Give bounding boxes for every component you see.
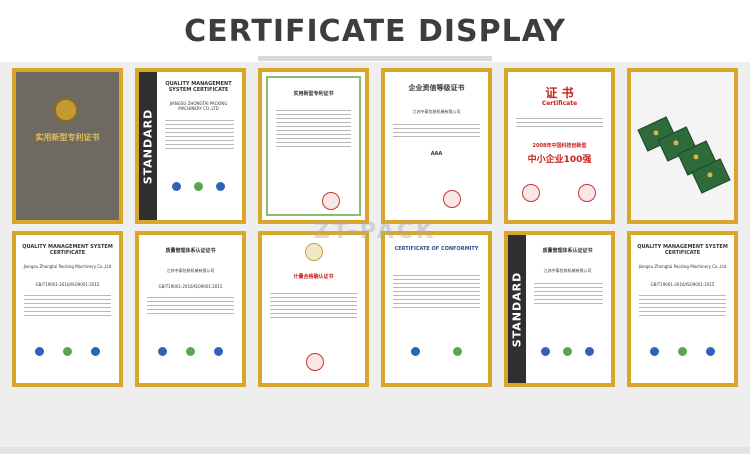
- certificate-company: 江苏中泰包装机械有限公司: [412, 109, 461, 114]
- seal-icon: [306, 353, 324, 371]
- certificate-card-patent-cover[interactable]: 实用新型专利证书: [12, 68, 123, 224]
- cert-logos: [395, 347, 478, 356]
- certificate-company: 江苏中泰包装机械有限公司: [543, 268, 592, 273]
- seal-icon: [522, 184, 540, 202]
- title-bar: CERTIFICATE DISPLAY: [0, 8, 750, 54]
- certificate-body-lines: [516, 118, 603, 130]
- certificate-subheading: Certificate: [541, 100, 578, 107]
- credit-rating: AAA: [430, 151, 443, 157]
- certificate-card-innovation[interactable]: 证 书 Certificate 2008年中国科技创新型 中小企业100强: [504, 68, 615, 224]
- certificate-standard: GB/T19001-2016/ISO9001:2015: [158, 284, 223, 289]
- certificate-card-booklets[interactable]: [627, 68, 738, 224]
- national-emblem-icon: [54, 98, 78, 122]
- certificate-heading: 企业资信等级证书: [408, 84, 465, 92]
- certificate-card-qms-cn[interactable]: 质量管理体系认证证书 江苏中泰包装机械有限公司 GB/T19001-2016/I…: [135, 231, 246, 387]
- bottom-divider: [0, 447, 750, 454]
- certificate-card-metrology[interactable]: 计量合格确认证书: [258, 231, 369, 387]
- certificate-body-lines: [534, 283, 603, 307]
- certificate-heading: QUALITY MANAGEMENT SYSTEM CERTIFICATE: [22, 244, 113, 256]
- cert-logos: [165, 182, 232, 191]
- certificate-card-qms-cn-standard[interactable]: STANDARD 质量管理体系认证证书 江苏中泰包装机械有限公司: [504, 231, 615, 387]
- certificate-standard: GB/T19001-2016/ISO9001:2015: [35, 282, 100, 287]
- page-title: CERTIFICATE DISPLAY: [184, 13, 566, 49]
- certificate-card-iso-1[interactable]: STANDARD QUALITY MANAGEMENT SYSTEM CERTI…: [135, 68, 246, 224]
- certificate-body-lines: [147, 297, 234, 317]
- cover-title: 实用新型专利证书: [35, 133, 100, 142]
- certificate-body-lines: [393, 275, 480, 311]
- certificate-heading: CERTIFICATE OF CONFORMITY: [394, 246, 479, 252]
- award-line-2: 中小企业100强: [527, 155, 592, 165]
- certificate-card-iso-2[interactable]: QUALITY MANAGEMENT SYSTEM CERTIFICATE Ji…: [12, 231, 123, 387]
- certificate-company: JIANGSU ZHONGTAI PACKING MACHINERY CO.,L…: [169, 101, 228, 111]
- certificate-company: Jiangsu Zhongtai Packing Machinery Co.,L…: [638, 264, 727, 269]
- certificate-card-credit[interactable]: 企业资信等级证书 江苏中泰包装机械有限公司 AAA: [381, 68, 492, 224]
- certificate-company: 江苏中泰包装机械有限公司: [166, 268, 215, 273]
- cert-logos: [149, 347, 232, 356]
- cert-logos: [26, 347, 109, 356]
- certificate-heading: QUALITY MANAGEMENT SYSTEM CERTIFICATE: [165, 81, 232, 93]
- certificate-body-lines: [276, 110, 351, 150]
- certificate-company: Jiangsu Zhongtai Packing Machinery Co.,L…: [23, 264, 112, 269]
- certificate-heading: 证 书: [545, 86, 574, 100]
- certificate-heading: 质量管理体系认证证书: [542, 248, 593, 254]
- certificate-body-lines: [639, 295, 726, 319]
- certificate-heading: 计量合格确认证书: [293, 274, 334, 280]
- certificate-standard: GB/T19001-2016/ISO9001:2015: [650, 282, 715, 287]
- seal-icon: [443, 190, 461, 208]
- seal-icon: [578, 184, 596, 202]
- certificate-body-lines: [24, 295, 111, 319]
- certificate-card-iso-3[interactable]: QUALITY MANAGEMENT SYSTEM CERTIFICATE Ji…: [627, 231, 738, 387]
- standard-band: STANDARD: [508, 235, 526, 383]
- certificate-heading: QUALITY MANAGEMENT SYSTEM CERTIFICATE: [637, 244, 728, 256]
- certificate-card-patent[interactable]: 实用新型专利证书: [258, 68, 369, 224]
- certificate-card-ce[interactable]: CERTIFICATE OF CONFORMITY: [381, 231, 492, 387]
- emblem-icon: [305, 243, 323, 261]
- certificate-heading: 质量管理体系认证证书: [165, 248, 216, 254]
- certificate-booklets: [631, 72, 734, 220]
- award-line-1: 2008年中国科技创新型: [532, 143, 587, 149]
- cert-logos: [534, 347, 601, 356]
- standard-band: STANDARD: [139, 72, 157, 220]
- certificate-cover: 实用新型专利证书: [16, 72, 119, 220]
- certificate-body-lines: [165, 120, 234, 152]
- title-divider: [258, 56, 492, 61]
- seal-icon: [322, 192, 340, 210]
- certificate-body-lines: [393, 124, 480, 140]
- certificate-heading: 实用新型专利证书: [293, 91, 334, 97]
- certificate-body-lines: [270, 293, 357, 321]
- cert-logos: [641, 347, 724, 356]
